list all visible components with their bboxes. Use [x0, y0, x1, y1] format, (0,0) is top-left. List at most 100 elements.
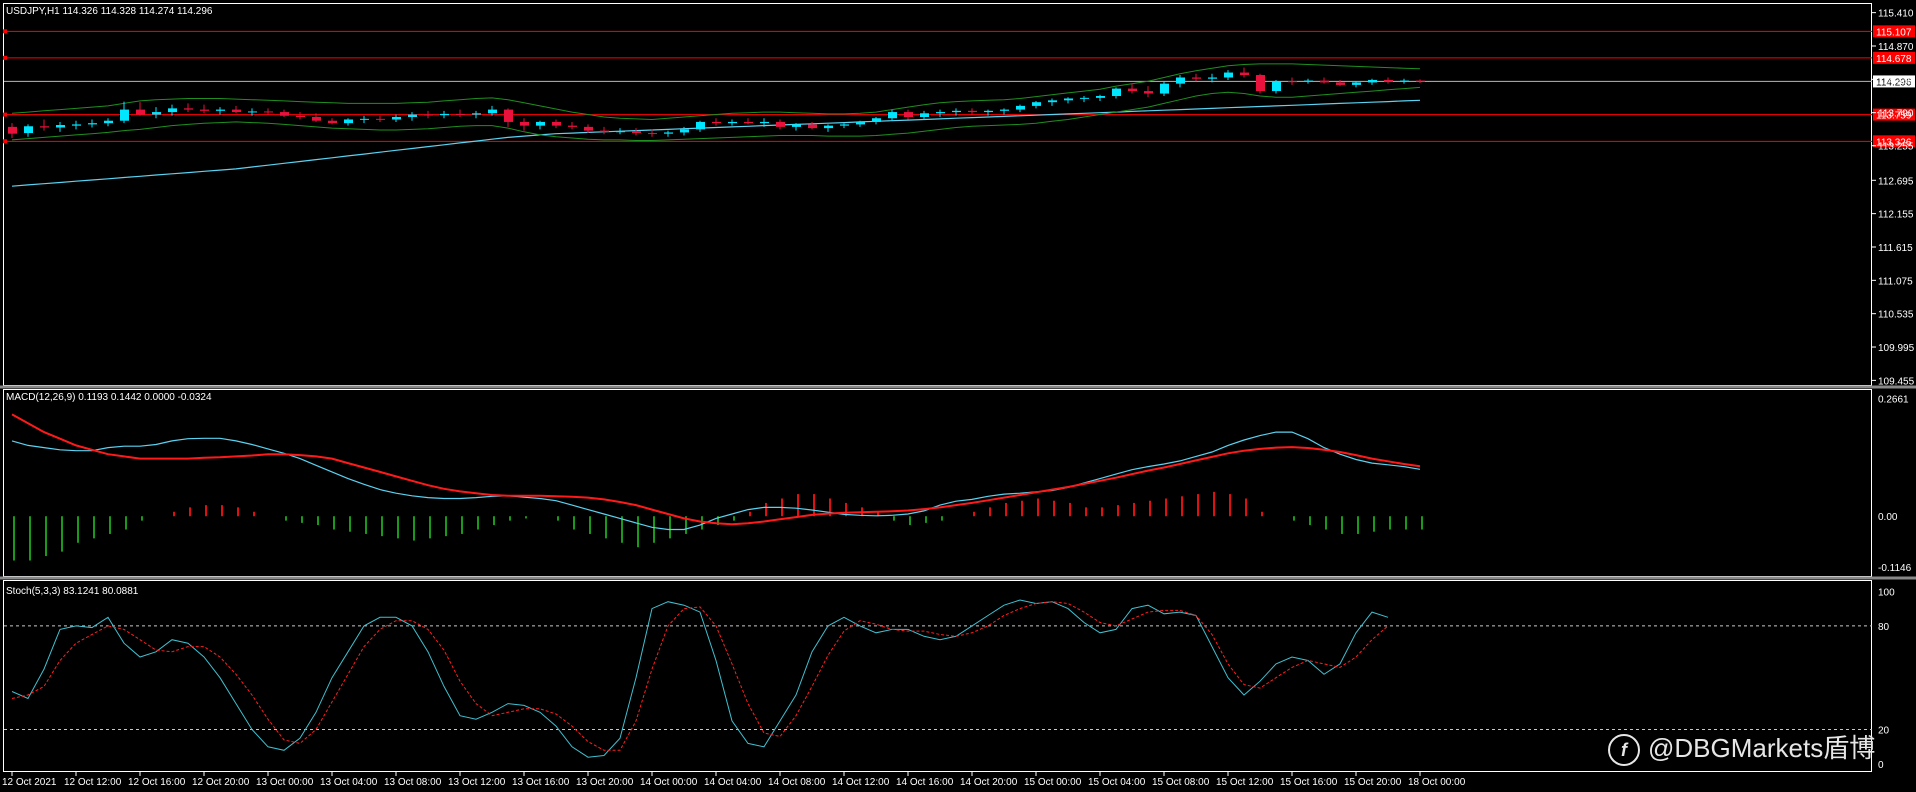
macd-tick-label: 0.2661: [1878, 394, 1909, 405]
candle: [232, 109, 241, 113]
stoch-main-line: [11, 599, 1389, 758]
candle: [632, 131, 641, 134]
level-marker: [3, 112, 7, 117]
time-tick-label: 15 Oct 20:00: [1344, 777, 1402, 788]
price-tick-label: 112.695: [1878, 176, 1914, 187]
candle: [856, 121, 865, 125]
stoch-tick-label: 80: [1878, 622, 1890, 633]
candle: [920, 113, 929, 118]
candle: [360, 118, 369, 120]
candle: [8, 126, 17, 134]
candle: [456, 113, 465, 115]
candle: [328, 120, 337, 124]
candle: [680, 129, 689, 133]
macd-panel: [11, 413, 1423, 561]
candle: [824, 125, 833, 129]
candle: [1064, 98, 1073, 101]
time-tick-label: 14 Oct 12:00: [832, 777, 890, 788]
candle: [104, 120, 113, 124]
level-marker: [3, 55, 7, 60]
stoch-panel: [4, 599, 1872, 758]
time-tick-label: 14 Oct 16:00: [896, 777, 954, 788]
candle: [1320, 80, 1329, 83]
macd-panel-frame: [3, 389, 1872, 577]
time-tick-label: 15 Oct 12:00: [1216, 777, 1274, 788]
candle: [600, 130, 609, 132]
candle: [760, 121, 769, 124]
candle: [1160, 83, 1169, 94]
candle: [1208, 77, 1217, 79]
candle: [1176, 77, 1185, 84]
price-tick-label: 113.255: [1878, 142, 1914, 153]
candle: [584, 126, 593, 131]
candle: [1288, 81, 1297, 83]
candle: [872, 118, 881, 122]
candle: [1128, 88, 1137, 92]
candle: [344, 119, 353, 124]
candle: [536, 121, 545, 126]
candle: [184, 108, 193, 110]
candle: [728, 121, 737, 124]
candle: [392, 117, 401, 120]
candle: [440, 113, 449, 116]
candle: [664, 132, 673, 134]
candle: [296, 115, 305, 118]
candle: [56, 125, 65, 128]
candle: [1192, 77, 1201, 79]
price-level-label: 114.678: [1876, 54, 1912, 65]
time-tick-label: 13 Oct 00:00: [256, 777, 314, 788]
axes: 115.410 114.870 114.330 113.790 113.255 112.6…: [2, 9, 1915, 788]
candle: [1368, 79, 1377, 83]
candle: [1416, 80, 1425, 82]
candle: [200, 109, 209, 111]
stoch-panel-frame: [3, 580, 1872, 772]
stoch-tick-label: 100: [1878, 587, 1895, 598]
price-tick-label: 111.615: [1878, 243, 1913, 254]
time-tick-label: 13 Oct 12:00: [448, 777, 506, 788]
candle: [136, 109, 145, 115]
candle: [744, 121, 753, 124]
brand-logo-icon: f: [1608, 734, 1640, 767]
time-tick-label: 13 Oct 16:00: [512, 777, 570, 788]
candle: [1080, 97, 1089, 99]
price-tick-label: 109.995: [1878, 343, 1915, 354]
candle: [376, 118, 385, 120]
price-panel-frame: [3, 3, 1872, 386]
candle: [1032, 102, 1041, 106]
price-tick-label: 115.410: [1878, 9, 1914, 20]
candle: [504, 109, 513, 122]
candle: [888, 112, 897, 119]
candle: [1272, 81, 1281, 92]
time-tick-label: 12 Oct 2021: [2, 777, 57, 788]
candle: [568, 125, 577, 127]
time-tick-label: 12 Oct 12:00: [64, 777, 122, 788]
stoch-tick-label: 0: [1878, 760, 1884, 771]
candle: [952, 110, 961, 113]
candle: [424, 114, 433, 116]
time-tick-label: 13 Oct 08:00: [384, 777, 442, 788]
candle: [216, 109, 225, 111]
candle: [408, 114, 417, 118]
price-tick-label: 111.075: [1878, 276, 1913, 287]
candle: [264, 111, 273, 113]
candle: [1384, 79, 1393, 82]
time-tick-label: 15 Oct 00:00: [1024, 777, 1082, 788]
time-tick-label: 15 Oct 16:00: [1280, 777, 1338, 788]
price-tick-label: 114.330: [1878, 75, 1914, 86]
candle: [24, 126, 33, 134]
candle: [1240, 72, 1249, 76]
candle: [1000, 109, 1009, 111]
time-tick-label: 14 Oct 04:00: [704, 777, 762, 788]
candle: [1144, 91, 1153, 94]
candle: [904, 112, 913, 118]
price-tick-label: 109.455: [1878, 376, 1915, 387]
candle: [616, 131, 625, 133]
candle: [712, 121, 721, 124]
time-tick-label: 14 Oct 08:00: [768, 777, 826, 788]
macd-tick-label: -0.1146: [1878, 563, 1912, 574]
candle: [152, 112, 161, 115]
stoch-panel-header: Stoch(5,3,3) 83.1241 80.0881: [6, 586, 139, 597]
chart-canvas: 115.107114.678113.759113.326114.296 115.…: [0, 3, 1916, 788]
time-tick-label: 14 Oct 20:00: [960, 777, 1018, 788]
candle: [968, 110, 977, 113]
